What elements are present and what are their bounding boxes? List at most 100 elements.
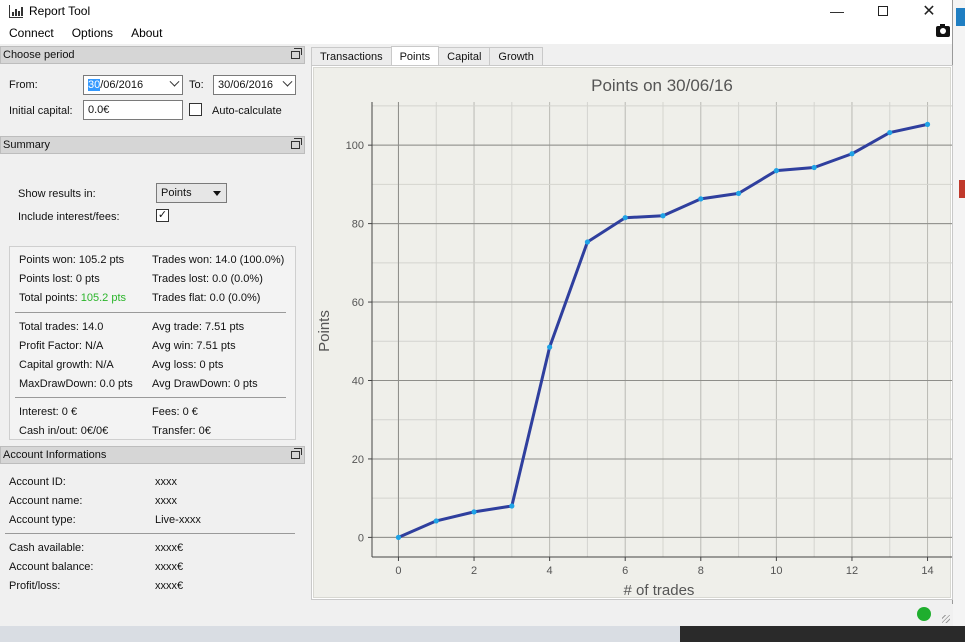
from-date-picker[interactable]: 30/06/2016 xyxy=(83,75,183,95)
float-panel-icon[interactable] xyxy=(291,448,302,459)
data-point xyxy=(698,196,704,202)
float-panel-icon[interactable] xyxy=(291,138,302,149)
avg-drawdown: Avg DrawDown: 0 pts xyxy=(152,378,258,390)
x-tick-label: 6 xyxy=(622,565,628,577)
trades-won: Trades won: 14.0 (100.0%) xyxy=(152,254,285,266)
account-balance-value: xxxx€ xyxy=(155,561,184,573)
x-tick-label: 14 xyxy=(921,565,933,577)
points-chart: 0 2 4 6 8 10 12 14 0 20 40 60 80 100 Points on 30/06/… xyxy=(313,67,954,599)
x-tick-label: 4 xyxy=(547,565,553,577)
data-point xyxy=(849,151,855,157)
data-point xyxy=(660,213,666,219)
dropdown-arrow-icon xyxy=(213,191,221,196)
profit-loss-value: xxxx€ xyxy=(155,580,184,592)
x-tick-label: 12 xyxy=(846,565,858,577)
avg-win: Avg win: 7.51 pts xyxy=(152,340,236,352)
summary-section: Show results in: Points Include interest… xyxy=(0,154,305,446)
max-drawdown: MaxDrawDown: 0.0 pts xyxy=(19,378,133,390)
data-point xyxy=(773,168,779,174)
window-title: Report Tool xyxy=(29,4,91,18)
menu-bar: Connect Options About xyxy=(0,22,952,44)
chevron-down-icon xyxy=(169,76,180,87)
connection-status-icon xyxy=(917,607,931,621)
float-panel-icon[interactable] xyxy=(291,48,302,59)
close-icon: ✕ xyxy=(922,3,936,20)
points-lost: Points lost: 0 pts xyxy=(19,273,100,285)
account-name-label: Account name: xyxy=(9,495,83,507)
chart-title: Points on 30/06/16 xyxy=(591,76,733,95)
tab-transactions[interactable]: Transactions xyxy=(311,47,392,66)
report-tool-window: Report Tool — ✕ Connect Options About Ch… xyxy=(0,0,954,626)
summary-header-label: Summary xyxy=(3,139,51,151)
close-button[interactable]: ✕ xyxy=(906,0,952,22)
y-tick-label: 80 xyxy=(352,219,364,231)
account-header-label: Account Informations xyxy=(3,449,107,461)
minimize-button[interactable]: — xyxy=(814,0,860,22)
trades-lost: Trades lost: 0.0 (0.0%) xyxy=(152,273,263,285)
profit-loss-label: Profit/loss: xyxy=(9,580,61,592)
data-point xyxy=(547,344,553,350)
period-header-label: Choose period xyxy=(3,49,75,61)
resize-grip-icon[interactable] xyxy=(942,615,950,623)
cash-in-out: Cash in/out: 0€/0€ xyxy=(19,425,109,437)
interest: Interest: 0 € xyxy=(19,406,78,418)
show-results-label: Show results in: xyxy=(18,188,96,200)
chart-ylabel: Points xyxy=(316,310,333,352)
data-point xyxy=(509,503,515,509)
capital-growth: Capital growth: N/A xyxy=(19,359,114,371)
chevron-down-icon xyxy=(282,76,293,87)
period-section: From: 30/06/2016 To: 30/06/2016 Initial … xyxy=(0,64,305,136)
y-tick-label: 100 xyxy=(346,140,364,152)
account-header[interactable]: Account Informations xyxy=(0,446,305,464)
to-date-picker[interactable]: 30/06/2016 xyxy=(213,75,296,95)
background-window-edge xyxy=(953,0,965,642)
include-fees-checkbox[interactable]: ✓ xyxy=(156,209,169,222)
y-tick-label: 60 xyxy=(352,297,364,309)
trades-flat: Trades flat: 0.0 (0.0%) xyxy=(152,292,261,304)
transfer: Transfer: 0€ xyxy=(152,425,211,437)
data-point xyxy=(811,164,817,171)
total-points: Total points: 105.2 pts xyxy=(19,292,127,304)
menu-connect[interactable]: Connect xyxy=(0,26,63,40)
total-trades: Total trades: 14.0 xyxy=(19,321,104,333)
summary-header[interactable]: Summary xyxy=(0,136,305,154)
data-point xyxy=(622,215,628,221)
camera-icon[interactable] xyxy=(936,24,950,37)
background-badge xyxy=(956,8,965,26)
data-point xyxy=(395,534,402,540)
to-label: To: xyxy=(189,79,204,91)
status-bar xyxy=(0,604,953,626)
title-bar[interactable]: Report Tool — ✕ xyxy=(0,0,952,22)
auto-calculate-label: Auto-calculate xyxy=(212,105,282,117)
auto-calculate-checkbox[interactable] xyxy=(189,103,202,116)
divider xyxy=(15,397,286,398)
data-point xyxy=(924,121,931,127)
x-tick-label: 2 xyxy=(471,565,477,577)
total-points-value: 105.2 pts xyxy=(80,292,127,304)
tab-points[interactable]: Points xyxy=(390,46,440,66)
menu-about[interactable]: About xyxy=(122,26,171,40)
account-section: Account ID: xxxx Account name: xxxx Acco… xyxy=(0,464,305,614)
tab-capital[interactable]: Capital xyxy=(438,47,491,66)
menu-options[interactable]: Options xyxy=(63,26,122,40)
account-type-label: Account type: xyxy=(9,514,76,526)
cash-available-label: Cash available: xyxy=(9,542,85,554)
cash-available-value: xxxx€ xyxy=(155,542,184,554)
background-marker xyxy=(959,180,965,198)
minimize-icon: — xyxy=(830,3,844,19)
profit-factor: Profit Factor: N/A xyxy=(19,340,104,352)
account-name-value: xxxx xyxy=(155,495,177,507)
chart-app-icon xyxy=(9,4,23,18)
show-results-select[interactable]: Points xyxy=(156,183,227,203)
data-point xyxy=(735,190,742,196)
include-fees-label: Include interest/fees: xyxy=(18,211,120,223)
initial-capital-input[interactable]: 0.0€ xyxy=(83,100,183,120)
points-tab-panel: 0 2 4 6 8 10 12 14 0 20 40 60 80 100 Points on 30/06/… xyxy=(311,65,954,600)
x-tick-label: 10 xyxy=(770,565,782,577)
maximize-button[interactable] xyxy=(860,0,906,22)
avg-loss: Avg loss: 0 pts xyxy=(152,359,224,371)
period-header[interactable]: Choose period xyxy=(0,46,305,64)
fees: Fees: 0 € xyxy=(152,406,198,418)
data-point xyxy=(584,239,591,245)
tab-growth[interactable]: Growth xyxy=(489,47,543,66)
